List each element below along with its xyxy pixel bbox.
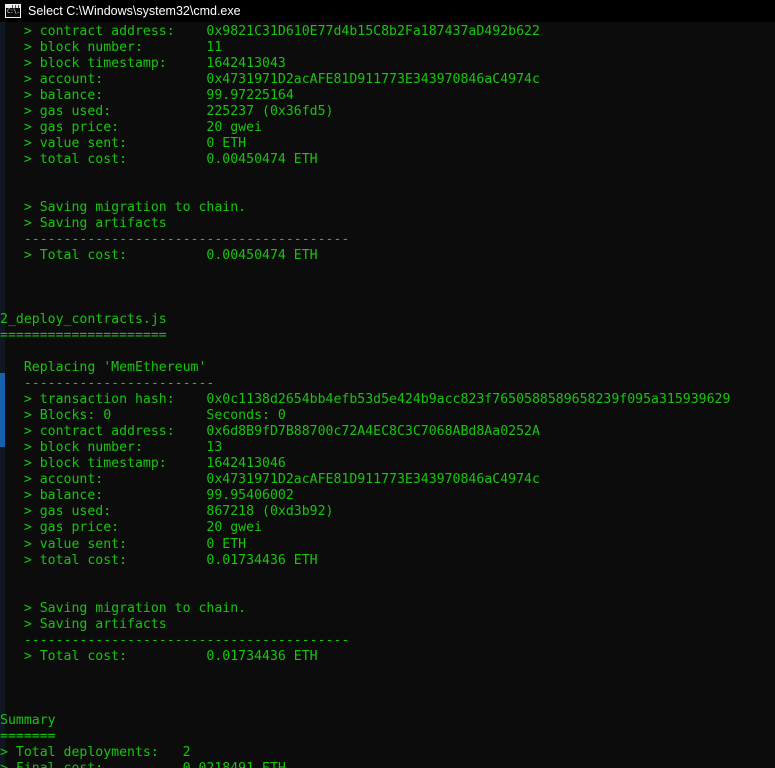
console-line: > contract address: 0x6d8B9fD7B88700c72A… [0, 424, 540, 440]
cmd-icon-glyph: C:\. [7, 8, 20, 15]
console-line: > account: 0x4731971D2acAFE81D911773E343… [0, 72, 540, 88]
console-line: Summary [0, 712, 56, 728]
console-line: > block number: 13 [0, 440, 223, 456]
console-line: > Blocks: 0 Seconds: 0 [0, 408, 286, 424]
console-line: Replacing 'MemEthereum' [0, 360, 207, 376]
console-line: > block number: 11 [0, 40, 223, 56]
console-line: > account: 0x4731971D2acAFE81D911773E343… [0, 472, 540, 488]
console-line: 2_deploy_contracts.js [0, 312, 167, 328]
console-line: > Total cost: 0.00450474 ETH [0, 248, 318, 264]
console-line: > gas price: 20 gwei [0, 120, 263, 136]
console-line: > total cost: 0.00450474 ETH [0, 152, 318, 168]
window-title: Select C:\Windows\system32\cmd.exe [28, 4, 241, 18]
console-line: ===================== [0, 328, 167, 344]
cmd-window: C:\. Select C:\Windows\system32\cmd.exe … [0, 0, 775, 768]
console-line: ----------------------------------------… [0, 632, 350, 648]
titlebar[interactable]: C:\. Select C:\Windows\system32\cmd.exe [0, 0, 775, 22]
console-line: > block timestamp: 1642413046 [0, 456, 286, 472]
console-body[interactable]: > contract address: 0x9821C31D610E77d4b1… [0, 22, 775, 768]
console-line: > transaction hash: 0x0c1138d2654bb4efb5… [0, 392, 731, 408]
console-line: > Total deployments: 2 [0, 744, 191, 760]
console-line: > Final cost: 0.0218491 ETH [0, 761, 775, 768]
console-line: ======= [0, 728, 56, 744]
console-line: ----------------------------------------… [0, 232, 350, 248]
console-line: > contract address: 0x9821C31D610E77d4b1… [0, 24, 540, 39]
console-line: > balance: 99.97225164 [0, 88, 294, 104]
console-line: > Saving artifacts [0, 216, 167, 232]
console-line: > value sent: 0 ETH [0, 136, 247, 152]
console-line: ------------------------ [0, 376, 215, 392]
console-line: > gas used: 225237 (0x36fd5) [0, 104, 334, 120]
console-line: > value sent: 0 ETH [0, 536, 247, 552]
console-line: > total cost: 0.01734436 ETH [0, 552, 318, 568]
console-line: > gas price: 20 gwei [0, 520, 263, 536]
console-line: > Saving migration to chain. [0, 200, 247, 216]
console-line: > Saving artifacts [0, 616, 167, 632]
console-line: > balance: 99.95406002 [0, 488, 294, 504]
console-output[interactable]: > contract address: 0x9821C31D610E77d4b1… [0, 22, 775, 768]
console-line: > block timestamp: 1642413043 [0, 56, 286, 72]
console-line: > Saving migration to chain. [0, 600, 247, 616]
console-line: > Total cost: 0.01734436 ETH [0, 648, 318, 664]
cmd-icon: C:\. [5, 4, 21, 18]
console-line: > gas used: 867218 (0xd3b92) [0, 504, 334, 520]
